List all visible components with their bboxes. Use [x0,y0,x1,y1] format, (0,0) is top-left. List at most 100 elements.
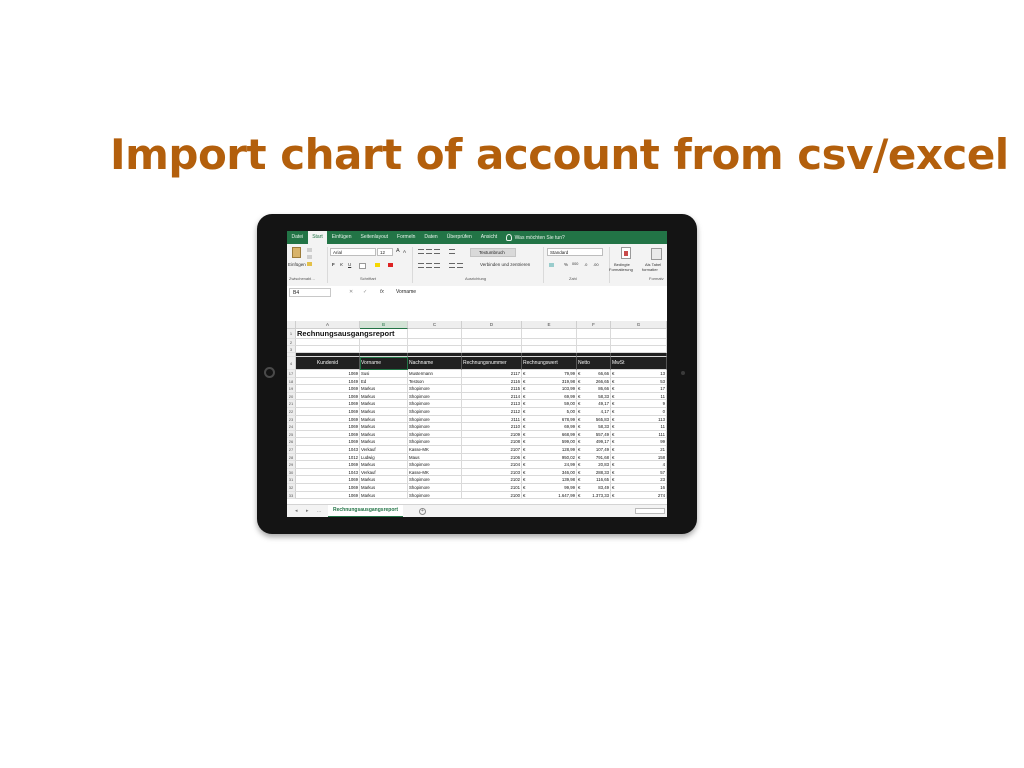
column-title-cell[interactable]: MwSt [611,357,667,370]
percent-button[interactable]: % [564,262,568,267]
align-top-icon[interactable] [418,249,424,254]
currency-cell[interactable]: €66,66 [577,370,611,378]
cell[interactable]: 2100 [462,491,522,500]
currency-cell[interactable]: €113 [611,415,667,424]
italic-button[interactable]: K [340,262,343,267]
currency-cell[interactable]: €11 [611,423,667,431]
cell[interactable]: 2102 [462,476,522,484]
grow-font-button[interactable]: A [396,248,400,254]
cell[interactable]: Maus [408,453,462,462]
currency-cell[interactable]: €57 [611,468,667,477]
currency-cell[interactable]: €950,02 [522,453,577,462]
cell[interactable]: 1069 [296,408,360,416]
horizontal-scrollbar[interactable] [635,508,665,514]
cell[interactable]: Kasse-MK [408,468,462,477]
currency-cell[interactable]: €53 [611,377,667,386]
currency-cell[interactable]: €1.647,99 [522,491,577,500]
cell[interactable]: Markus [360,438,408,446]
cell[interactable] [522,339,577,346]
cell[interactable]: 2103 [462,468,522,477]
column-title-cell[interactable]: Rechnungsnummer [462,357,522,370]
tab-seitenlayout[interactable]: Seitenlayout [356,231,393,244]
row-number[interactable]: 27 [287,446,296,454]
column-header[interactable]: B [360,321,408,329]
increase-decimal-icon[interactable]: .0 [584,262,587,267]
row-number[interactable]: 2 [287,339,296,346]
format-painter-icon[interactable] [307,262,312,266]
cell[interactable]: 1069 [296,370,360,378]
cell[interactable]: Markus [360,400,408,408]
currency-cell[interactable]: €86,66 [577,385,611,393]
tab-datei[interactable]: Datei [287,231,308,244]
currency-cell[interactable]: €58,33 [577,392,611,401]
shrink-font-button[interactable]: A [403,249,406,254]
cell[interactable]: 2111 [462,415,522,424]
cell[interactable]: 1069 [296,430,360,439]
cell[interactable]: Markus [360,392,408,401]
cell[interactable] [522,346,577,353]
row-number[interactable]: 20 [287,392,296,401]
currency-cell[interactable]: €17 [611,385,667,393]
tab--berpr-fen[interactable]: Überprüfen [442,231,476,244]
cell[interactable] [408,329,462,339]
cell[interactable] [611,339,667,346]
currency-cell[interactable]: €557,49 [577,430,611,439]
cell[interactable]: 2112 [462,408,522,416]
paste-icon[interactable] [292,247,301,258]
column-header[interactable]: A [296,321,360,329]
cell[interactable]: 1049 [296,377,360,386]
currency-cell[interactable]: €0 [611,408,667,416]
cell[interactable]: 2117 [462,370,522,378]
currency-cell[interactable]: €565,83 [577,415,611,424]
next-sheet-icon[interactable]: ▸ [306,505,309,517]
row-number[interactable]: 18 [287,377,296,386]
cell[interactable]: Shopimore [408,491,462,500]
cell[interactable]: 1069 [296,423,360,431]
name-box[interactable]: B4 [289,288,331,297]
cut-icon[interactable] [307,248,312,252]
row-number[interactable]: 29 [287,461,296,469]
tell-me-box[interactable]: Was möchten Sie tun? [505,234,565,241]
cell[interactable]: Markus [360,476,408,484]
currency-cell[interactable]: €21 [611,446,667,454]
currency-cell[interactable]: €499,17 [577,438,611,446]
cell[interactable]: 1069 [296,476,360,484]
currency-cell[interactable]: €4 [611,461,667,469]
tab-einf-gen[interactable]: Einfügen [327,231,356,244]
cell[interactable]: Shopimore [408,430,462,439]
currency-cell[interactable]: €678,99 [522,415,577,424]
currency-cell[interactable]: €59,00 [522,400,577,408]
cell[interactable] [522,329,577,339]
copy-icon[interactable] [307,255,312,259]
format-as-table-label2[interactable]: formatier [642,267,658,272]
row-number[interactable]: 22 [287,408,296,416]
cell[interactable]: 1069 [296,484,360,492]
cell[interactable]: Ludwig [360,453,408,462]
format-as-table-icon[interactable] [651,248,662,260]
cell[interactable]: 2101 [462,484,522,492]
report-title-cell[interactable]: Rechnungsausgangsreport [296,329,408,339]
row-number[interactable]: 25 [287,430,296,439]
cell[interactable]: 1043 [296,468,360,477]
cell[interactable]: 1069 [296,385,360,393]
currency-cell[interactable]: €13 [611,370,667,378]
currency-cell[interactable]: €49,17 [577,400,611,408]
currency-cell[interactable]: €9 [611,400,667,408]
currency-cell[interactable]: €103,99 [522,385,577,393]
font-size-select[interactable]: 12 [377,248,393,256]
currency-icon[interactable] [549,263,554,267]
currency-cell[interactable]: €107,49 [577,446,611,454]
cell[interactable] [577,339,611,346]
tab-start[interactable]: Start [307,231,328,244]
paste-button-label[interactable]: Einfügen [288,262,306,267]
align-bottom-icon[interactable] [434,249,440,254]
border-icon[interactable] [359,263,366,269]
currency-cell[interactable]: €319,98 [522,377,577,386]
number-format-select[interactable]: Standard [547,248,603,256]
currency-cell[interactable]: €1.373,33 [577,491,611,500]
cell[interactable] [611,346,667,353]
tab-ansicht[interactable]: Ansicht [476,231,501,244]
function-icon[interactable]: fx [380,288,384,297]
more-sheets-button[interactable]: ... [317,505,321,517]
row-number[interactable]: 19 [287,385,296,393]
